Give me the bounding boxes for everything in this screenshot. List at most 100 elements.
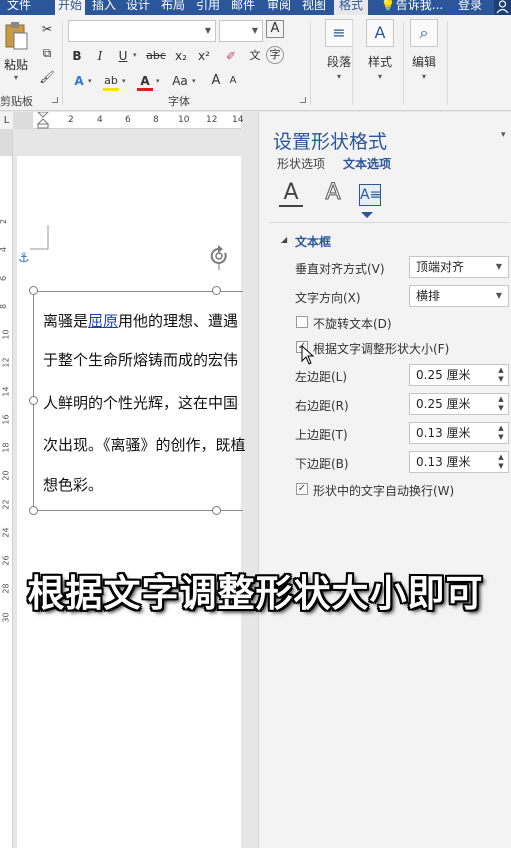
ruler-margin [0, 129, 12, 156]
chevron-down-icon[interactable]: ▾ [192, 77, 196, 85]
divider [269, 222, 509, 223]
word-wrap-checkbox[interactable]: ✓ [296, 483, 308, 495]
chevron-down-icon[interactable]: ▾ [122, 77, 126, 85]
phonetic-guide-icon[interactable]: 文 [244, 46, 266, 66]
highlight-button[interactable]: ab [100, 71, 122, 91]
chevron-down-icon[interactable]: ▾ [156, 77, 160, 85]
spinner-arrows-icon[interactable]: ▲ ▼ [496, 366, 506, 384]
ruler-mark: 14 [1, 386, 11, 397]
search-icon: ⌕ [410, 19, 438, 47]
clipboard-launcher-icon[interactable] [52, 97, 58, 103]
ruler-mark: 14 [232, 115, 244, 125]
text-fill-icon[interactable]: A [279, 182, 303, 208]
paragraph-button[interactable]: ≡ 段落 ▾ [316, 19, 362, 89]
left-margin-label: 左边距(L) [295, 370, 348, 384]
styles-button[interactable]: A 样式 ▾ [357, 19, 403, 89]
tab-home[interactable]: 开始 [55, 0, 85, 15]
char-border-icon[interactable]: A [266, 20, 284, 38]
resize-handle[interactable] [29, 506, 38, 515]
ruler-mark: 10 [178, 115, 190, 125]
chevron-down-icon[interactable]: ▾ [88, 77, 92, 85]
bold-button[interactable]: B [66, 46, 88, 66]
document-text-line: 于整个生命所熔铸而成的宏伟 [43, 351, 239, 369]
textbox-layout-icon[interactable]: A≡ [359, 184, 381, 206]
spinner-arrows-icon[interactable]: ▲ ▼ [496, 395, 506, 413]
account-icon[interactable] [494, 0, 511, 15]
font-color-button[interactable]: A [134, 71, 156, 91]
text-direction-select[interactable]: 横排 ▼ [409, 285, 509, 307]
text-effects-icon[interactable]: A [321, 181, 345, 208]
font-launcher-icon[interactable] [300, 97, 306, 103]
group-divider [310, 21, 311, 105]
shrink-font-button[interactable]: A [222, 71, 244, 91]
word-wrap-label: 形状中的文字自动换行(W) [313, 484, 455, 498]
tab-review[interactable]: 审阅 [264, 0, 294, 15]
paste-button[interactable]: 粘贴 ▾ [2, 21, 30, 82]
tab-mailings[interactable]: 邮件 [228, 0, 258, 15]
pane-menu-icon[interactable]: ▾ [501, 130, 506, 140]
ruler-mark: 12 [1, 357, 11, 368]
ruler-mark: 16 [1, 414, 11, 425]
clipboard-group-label: 剪贴板 [0, 95, 33, 108]
copy-icon[interactable]: ⧉ [36, 43, 58, 63]
vertical-align-select[interactable]: 顶端对齐 ▼ [409, 256, 509, 278]
bottom-margin-label: 下边距(B) [295, 457, 349, 471]
text-effects-button[interactable]: A [68, 71, 90, 91]
spinner-arrows-icon[interactable]: ▲ ▼ [496, 453, 506, 471]
bottom-margin-spinner[interactable]: 0.13 厘米 ▲ ▼ [409, 451, 509, 473]
indent-marker-icon[interactable] [37, 112, 49, 129]
top-margin-spinner[interactable]: 0.13 厘米 ▲ ▼ [409, 422, 509, 444]
resize-handle[interactable] [212, 286, 221, 295]
vertical-ruler[interactable]: 2 4 6 8 10 12 14 16 18 20 22 24 26 28 30 [0, 129, 13, 848]
horizontal-ruler[interactable]: 2 4 6 8 10 12 14 [13, 112, 244, 129]
collapse-triangle-icon[interactable]: ◢ [281, 235, 287, 244]
font-name-combo[interactable]: ▼ [68, 20, 216, 42]
ribbon-tab-bar: 文件 开始 插入 设计 布局 引用 邮件 审阅 视图 格式 💡告诉我... 登录 [0, 0, 511, 15]
tell-me-box[interactable]: 💡告诉我... [378, 0, 446, 15]
strikethrough-button[interactable]: abc [143, 46, 169, 66]
format-painter-icon[interactable]: 🖌 [36, 67, 58, 87]
font-color-swatch [137, 88, 153, 91]
vertical-align-label: 垂直对齐方式(V) [295, 262, 385, 276]
tab-view[interactable]: 视图 [299, 0, 329, 15]
document-text-line: 次出现。《离骚》的创作，既植 [43, 436, 246, 454]
underline-button[interactable]: U [112, 46, 134, 66]
chevron-down-icon[interactable]: ▾ [133, 51, 137, 59]
rotate-handle-icon[interactable] [207, 244, 231, 270]
hyperlink[interactable]: 屈原 [88, 312, 118, 330]
tab-shape-options[interactable]: 形状选项 [277, 155, 325, 172]
top-margin-label: 上边距(T) [295, 428, 348, 442]
subscript-button[interactable]: x₂ [170, 46, 192, 66]
tab-design[interactable]: 设计 [123, 0, 153, 15]
tab-text-options[interactable]: 文本选项 [343, 155, 391, 172]
left-margin-spinner[interactable]: 0.25 厘米 ▲ ▼ [409, 364, 509, 386]
resize-handle[interactable] [212, 506, 221, 515]
section-header[interactable]: 文本框 [295, 233, 331, 250]
no-rotate-checkbox[interactable] [296, 316, 308, 328]
tab-insert[interactable]: 插入 [89, 0, 119, 15]
tab-file[interactable]: 文件 [0, 0, 38, 15]
editing-button[interactable]: ⌕ 编辑 ▾ [401, 19, 447, 89]
clear-formatting-icon[interactable]: ✐ [220, 46, 242, 66]
ruler-mark: 8 [153, 115, 159, 125]
superscript-button[interactable]: x² [193, 46, 215, 66]
chevron-down-icon: ▼ [495, 291, 502, 300]
right-margin-spinner[interactable]: 0.25 厘米 ▲ ▼ [409, 393, 509, 415]
ruler-mark: 4 [0, 247, 8, 252]
resize-handle[interactable] [29, 286, 38, 295]
italic-button[interactable]: I [89, 46, 111, 66]
ruler-tab-selector[interactable]: L [0, 112, 13, 129]
resize-handle[interactable] [29, 396, 38, 405]
spinner-arrows-icon[interactable]: ▲ ▼ [496, 424, 506, 442]
cut-icon[interactable]: ✂ [36, 19, 58, 39]
tab-layout[interactable]: 布局 [158, 0, 188, 15]
chevron-down-icon: ▾ [13, 73, 18, 82]
font-size-combo[interactable]: ▼ [219, 20, 263, 42]
change-case-button[interactable]: Aa [168, 71, 192, 91]
tab-format[interactable]: 格式 [334, 0, 368, 15]
ribbon: 粘贴 ▾ ✂ ⧉ 🖌 剪贴板 ▼ ▼ A B I U ▾ abc x₂ x² ✐… [0, 15, 511, 111]
text-direction-label: 文字方向(X) [295, 291, 361, 305]
enclose-char-button[interactable]: 字 [266, 46, 284, 64]
login-link[interactable]: 登录 [454, 0, 486, 15]
tab-references[interactable]: 引用 [193, 0, 223, 15]
